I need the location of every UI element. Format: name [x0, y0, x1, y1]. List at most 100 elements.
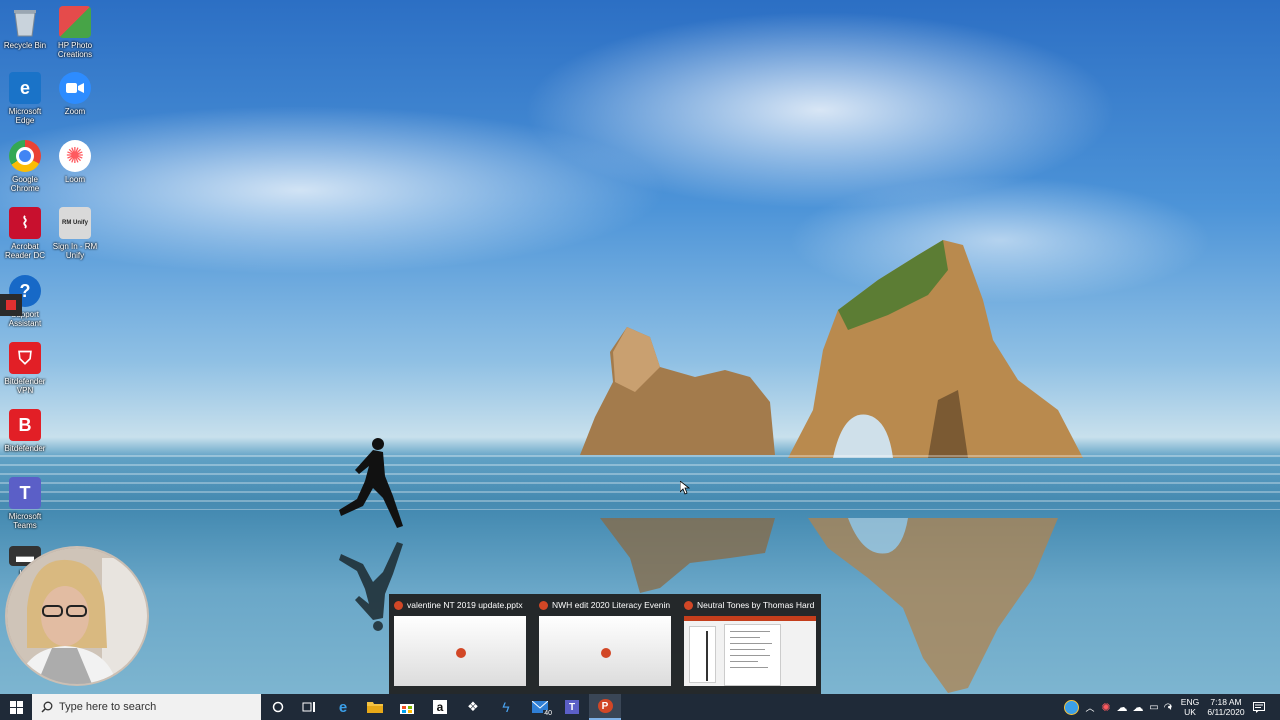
desktop-icon-label: Microsoft Edge	[8, 107, 42, 125]
thumbnail-window-neutral-tones[interactable]: Neutral Tones by Thomas Hard...	[679, 594, 819, 694]
wallpaper-rock-arch	[788, 240, 1083, 458]
amazon-icon: a	[433, 700, 447, 714]
taskbar-teams[interactable]: T	[556, 694, 588, 720]
desktop-icon-label: Loom	[64, 175, 85, 184]
desktop-icon-acrobat-reader[interactable]: ⌇ Acrobat Reader DC	[0, 207, 50, 260]
dropbox-icon: ❖	[467, 699, 479, 714]
thumbnail-window-nwh-edit[interactable]: NWH edit 2020 Literacy Evenin...	[534, 594, 674, 694]
notification-icon	[1253, 701, 1265, 713]
loom-icon: ✺	[59, 140, 91, 172]
start-button[interactable]	[0, 694, 32, 720]
edge-icon: e	[9, 72, 41, 104]
desktop-icon-hp-photo-creations[interactable]: HP Photo Creations	[50, 6, 100, 59]
wallpaper-reflection-left	[600, 518, 775, 593]
recycle-bin-icon	[9, 6, 41, 38]
acrobat-icon: ⌇	[9, 207, 41, 239]
rm-unify-icon: RM Unify	[59, 207, 91, 239]
desktop-icon-recycle-bin[interactable]: Recycle Bin	[0, 6, 50, 50]
powerpoint-icon	[684, 601, 693, 610]
document-page	[724, 624, 781, 686]
taskbar-power-automate[interactable]: ϟ	[490, 694, 522, 720]
taskbar-powerpoint[interactable]: P	[589, 694, 621, 720]
webcam-person-image	[7, 548, 147, 684]
desktop-icon-bitdefender[interactable]: B Bitdefender	[0, 409, 50, 453]
powerpoint-icon	[601, 648, 611, 658]
taskbar-amazon[interactable]: a	[424, 694, 456, 720]
thumbnail-title: Neutral Tones by Thomas Hard...	[697, 600, 815, 610]
wallpaper-surf	[0, 455, 1280, 510]
wallpaper-runner	[339, 438, 403, 528]
speaker-icon: 🔈︎	[1168, 701, 1174, 713]
task-view-button[interactable]	[293, 694, 325, 720]
desktop-icon-label: Sign In - RM Unify	[52, 242, 98, 260]
taskbar-dropbox[interactable]: ❖	[457, 694, 489, 720]
tray-clock[interactable]: 7:18 AM 6/11/2020	[1203, 697, 1249, 717]
loom-icon: ✺	[1101, 701, 1111, 714]
cortana-icon	[272, 701, 284, 713]
thumbnail-title: NWH edit 2020 Literacy Evenin...	[552, 600, 670, 610]
desktop-icon-microsoft-teams[interactable]: T Microsoft Teams	[0, 477, 50, 530]
wallpaper-reflection-arch	[808, 518, 1058, 693]
tray-show-hidden[interactable]: ︿	[1082, 694, 1098, 720]
recording-stop-button[interactable]	[0, 294, 22, 316]
chrome-icon	[9, 140, 41, 172]
wallpaper-rock-left	[580, 327, 775, 455]
desktop-icon-label: Zoom	[64, 107, 86, 116]
task-view-icon	[302, 702, 315, 712]
tray-speaker[interactable]: 🔈︎	[1163, 694, 1179, 720]
desktop-icon-rm-unify[interactable]: RM Unify Sign In - RM Unify	[50, 207, 100, 260]
cloud-icon: ☁	[1116, 701, 1128, 714]
taskbar-thumbnail-preview: valentine NT 2019 update.pptx ... NWH ed…	[389, 594, 821, 694]
tray-help[interactable]	[1060, 694, 1082, 720]
thumbnail-window-valentine[interactable]: valentine NT 2019 update.pptx ...	[389, 594, 529, 694]
powerpoint-icon	[394, 601, 403, 610]
desktop-icon-label: Recycle Bin	[3, 41, 47, 50]
desktop-icon-label: Bitdefender VPN	[4, 377, 46, 395]
help-globe-icon	[1063, 699, 1079, 715]
desktop-icon-label: Bitdefender	[4, 444, 46, 453]
taskbar: e a ❖ ϟ 40 T P ︿ ✺ ☁ ☁ ▭ ◠	[0, 694, 1280, 720]
tray-onedrive[interactable]: ☁	[1114, 694, 1130, 720]
taskbar-mail[interactable]: 40	[524, 694, 556, 720]
desktop-icon-microsoft-edge[interactable]: e Microsoft Edge	[0, 72, 50, 125]
tray-language[interactable]: ENG UK	[1178, 697, 1202, 717]
hp-photo-icon	[59, 6, 91, 38]
desktop-icon-zoom[interactable]: Zoom	[50, 72, 100, 116]
teams-icon: T	[565, 700, 579, 714]
desktop-icon-loom[interactable]: ✺ Loom	[50, 140, 100, 184]
desktop-icon-bitdefender-vpn[interactable]: ⛉ Bitdefender VPN	[0, 342, 50, 395]
clock-time: 7:18 AM	[1210, 697, 1242, 707]
desktop-icon-label: HP Photo Creations	[57, 41, 93, 59]
powerpoint-icon	[539, 601, 548, 610]
desktop-icon-google-chrome[interactable]: Google Chrome	[0, 140, 50, 193]
clock-date: 6/11/2020	[1207, 707, 1245, 717]
tray-onedrive-business[interactable]: ☁	[1130, 694, 1146, 720]
windows-logo-icon	[9, 700, 23, 714]
taskbar-search[interactable]	[32, 694, 261, 720]
taskbar-store[interactable]	[391, 694, 423, 720]
folder-icon	[367, 702, 383, 713]
mail-unread-badge: 40	[543, 710, 553, 717]
desktop-icon-label: Google Chrome	[10, 175, 40, 193]
thumbnail-screen	[394, 616, 526, 686]
thumbnail-screen	[684, 616, 816, 686]
bitdefender-vpn-icon: ⛉	[9, 342, 41, 374]
search-input[interactable]	[57, 700, 251, 714]
action-center-button[interactable]	[1250, 694, 1268, 720]
webcam-bubble[interactable]	[5, 546, 149, 686]
desktop-icon-label: Microsoft Teams	[8, 512, 42, 530]
keyboard-layout: UK	[1184, 707, 1196, 717]
tray-loom[interactable]: ✺	[1098, 694, 1114, 720]
chevron-up-icon: ︿	[1085, 702, 1095, 713]
thumbnail-screen	[539, 616, 671, 686]
bitdefender-icon: B	[9, 409, 41, 441]
powerpoint-icon: P	[597, 699, 613, 713]
cortana-button[interactable]	[262, 694, 294, 720]
lightning-icon: ϟ	[502, 699, 510, 715]
taskbar-file-explorer[interactable]	[359, 694, 391, 720]
taskbar-edge[interactable]: e	[327, 694, 359, 720]
edge-icon: e	[338, 698, 348, 716]
cloud-icon: ☁	[1132, 701, 1144, 714]
teams-icon: T	[9, 477, 41, 509]
search-icon	[41, 701, 53, 713]
